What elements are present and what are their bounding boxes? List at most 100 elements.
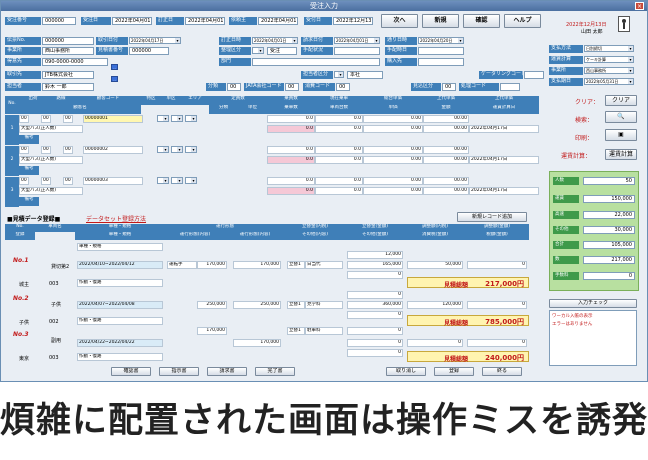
fare-calc-button[interactable]: 運賃計算 bbox=[605, 149, 637, 160]
grid-cell[interactable]: 00 bbox=[63, 115, 73, 123]
arrange-status-field[interactable] bbox=[334, 47, 380, 55]
order-date-field[interactable]: 2022年04月01日 bbox=[112, 17, 152, 25]
payment-method-select[interactable]: 日別締切 bbox=[584, 45, 634, 52]
grid-cell[interactable]: 00 bbox=[41, 177, 51, 185]
input-check-button[interactable]: 入力チェック bbox=[549, 299, 637, 308]
instruction-doc-button[interactable]: 指示書 bbox=[159, 367, 199, 376]
catering-code-field[interactable] bbox=[524, 71, 544, 79]
grid-value[interactable]: 0.0 bbox=[315, 156, 363, 164]
customer-code-cell[interactable]: 00000001 bbox=[83, 115, 143, 123]
completion-doc-button[interactable]: 完了書 bbox=[255, 367, 295, 376]
invoice-button[interactable]: 請求書 bbox=[207, 367, 247, 376]
confirmation-doc-button[interactable]: 確認書 bbox=[111, 367, 151, 376]
staff-type-select[interactable] bbox=[334, 71, 344, 78]
printer-icon[interactable]: ▣ bbox=[605, 129, 637, 141]
area-select[interactable] bbox=[185, 146, 197, 153]
forecast-field[interactable]: 00 bbox=[442, 83, 456, 91]
amount-cell[interactable]: 0 bbox=[347, 349, 403, 357]
pass-date-select[interactable]: 2022年04月20日 bbox=[418, 37, 464, 44]
amount-cell[interactable]: 0 bbox=[347, 327, 403, 335]
grid-value[interactable]: 00.00 bbox=[423, 177, 469, 185]
staff-field[interactable]: 鈴木 一郎 bbox=[42, 83, 94, 91]
vehicle-name-cell[interactable]: 大型バス(正人数) bbox=[19, 156, 83, 164]
grid-value[interactable]: 0.0 bbox=[315, 146, 363, 154]
office-select[interactable]: 西山事務所 bbox=[584, 67, 634, 74]
grid-cell[interactable]: 00 bbox=[63, 146, 73, 154]
tag-value[interactable]: 見学料 bbox=[305, 301, 343, 309]
process-code-field[interactable] bbox=[500, 83, 520, 91]
amount-cell[interactable]: 360,000 bbox=[347, 301, 403, 309]
grid-cell[interactable]: 00 bbox=[19, 177, 29, 185]
grid-value[interactable]: 00.00 bbox=[423, 125, 469, 133]
amount-cell[interactable]: 0 bbox=[347, 339, 403, 347]
inquiry-date-field[interactable]: 2022年04月01日 bbox=[258, 17, 298, 25]
slip-no-field[interactable]: 000000 bbox=[42, 37, 94, 45]
search-icon[interactable]: .. bbox=[111, 76, 118, 82]
add-record-button[interactable]: 新規レコード追加 bbox=[457, 212, 527, 222]
grid-value[interactable]: 0.00 bbox=[363, 125, 423, 133]
arrange-time-field[interactable] bbox=[418, 47, 464, 55]
adjust-cell[interactable]: 0 bbox=[407, 339, 463, 347]
grid-value[interactable]: 0.0 bbox=[315, 115, 363, 123]
tax-code-field[interactable]: 00 bbox=[336, 83, 350, 91]
confirm-button[interactable]: 確認 bbox=[463, 14, 500, 28]
grid-value[interactable]: 0.00 bbox=[363, 156, 423, 164]
amount-cell[interactable]: 0 bbox=[347, 311, 403, 319]
amount-cell[interactable]: 0 bbox=[347, 271, 403, 279]
tax-cell[interactable]: 0 bbox=[467, 301, 527, 309]
vehicle-cell[interactable]: 車種・規格 bbox=[77, 243, 163, 251]
amount-cell[interactable]: 165,000 bbox=[347, 261, 403, 269]
grid-value[interactable]: 0.00 bbox=[363, 187, 423, 195]
billing-date-select[interactable]: 2022年04月01日 bbox=[334, 37, 380, 44]
grid-value[interactable]: 0.0 bbox=[267, 125, 315, 133]
order-no-field[interactable]: 000000 bbox=[42, 17, 76, 25]
input-date-field[interactable]: 2022年04月01日 bbox=[185, 17, 225, 25]
search-icon[interactable]: .. bbox=[111, 64, 118, 70]
area-select[interactable] bbox=[185, 115, 197, 122]
method-link[interactable]: データセット登録方法 bbox=[86, 214, 146, 223]
grid-value[interactable]: 0.0 bbox=[315, 187, 363, 195]
grid-value[interactable]: 0.0 bbox=[267, 146, 315, 154]
customer-field[interactable]: 090-0000-0000 bbox=[42, 58, 108, 66]
grid-cell[interactable]: 00 bbox=[41, 115, 51, 123]
route-cell[interactable]: 作動・復路 bbox=[77, 317, 163, 325]
grid-value[interactable]: 00.00 bbox=[423, 187, 469, 195]
grid-cell[interactable]: 00 bbox=[63, 177, 73, 185]
adjust-cell[interactable]: 120,000 bbox=[407, 301, 463, 309]
grid-value[interactable]: 0.00 bbox=[363, 177, 423, 185]
tax-cell[interactable]: 0 bbox=[467, 261, 527, 269]
amount-cell[interactable]: 12,000 bbox=[347, 251, 403, 259]
next-button[interactable]: 次へ bbox=[381, 14, 418, 28]
route-cell[interactable]: 作動・復路 bbox=[77, 353, 163, 361]
date-range-cell[interactable]: 2022/04/10~2022/04/12 bbox=[77, 261, 163, 269]
revise-date-select[interactable]: 2022年04月01日 bbox=[252, 37, 298, 44]
op-value[interactable]: 170,000 bbox=[197, 261, 227, 269]
delivery-date-field[interactable]: 2022年12月13日 bbox=[333, 17, 373, 25]
grid-value[interactable]: 0.0 bbox=[267, 156, 315, 164]
unit-select[interactable] bbox=[171, 115, 183, 122]
help-button[interactable]: ヘルプ bbox=[504, 14, 541, 28]
tag-value[interactable]: 日当代 bbox=[305, 261, 343, 269]
adjust-cell[interactable]: 50,000 bbox=[407, 261, 463, 269]
grid-value[interactable]: 00.00 bbox=[423, 115, 469, 123]
arrange-type-select[interactable] bbox=[252, 47, 264, 54]
date-range-cell[interactable]: 2022/04/07~2022/04/08 bbox=[77, 301, 163, 309]
grid-value[interactable]: 0.0 bbox=[315, 125, 363, 133]
vehicle-name-cell[interactable]: 大型バス(正人数) bbox=[19, 187, 83, 195]
cancel-button[interactable]: 取り消し bbox=[386, 367, 426, 376]
calc-date-cell[interactable]: 2022年04月17日 bbox=[469, 156, 539, 164]
department-field[interactable] bbox=[252, 58, 380, 66]
grid-value[interactable]: 0.0 bbox=[267, 177, 315, 185]
estimate-no-field[interactable]: 000000 bbox=[129, 47, 169, 55]
exit-button[interactable]: 終る bbox=[482, 367, 522, 376]
zone-select[interactable] bbox=[157, 177, 169, 184]
exit-door-icon[interactable] bbox=[618, 16, 630, 32]
clear-button[interactable]: クリア bbox=[605, 95, 637, 106]
vehicle-name-cell[interactable]: 大型バス(正人数) bbox=[19, 125, 83, 133]
op-amount[interactable]: 170,000 bbox=[233, 339, 281, 347]
zone-select[interactable] bbox=[157, 146, 169, 153]
grid-value[interactable]: 0.0 bbox=[267, 115, 315, 123]
zone-select[interactable] bbox=[157, 115, 169, 122]
grid-value[interactable]: 0.0 bbox=[267, 187, 315, 195]
tax-cell[interactable]: 0 bbox=[467, 339, 527, 347]
